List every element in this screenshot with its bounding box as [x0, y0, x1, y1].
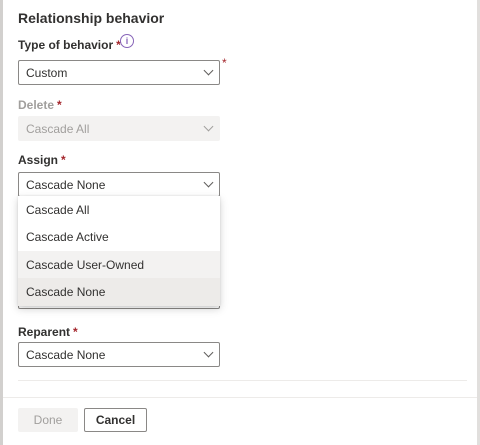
reparent-value: Cascade None: [26, 348, 106, 362]
assign-label-text: Assign: [18, 153, 59, 167]
assign-options-list: Cascade All Cascade Active Cascade User-…: [18, 196, 220, 306]
required-marker: *: [222, 56, 227, 70]
option-label: Cascade All: [26, 203, 90, 217]
required-marker: *: [57, 98, 62, 112]
chevron-down-icon: [203, 65, 214, 76]
divider: [18, 380, 467, 381]
option-cascade-user-owned[interactable]: Cascade User-Owned: [18, 251, 220, 278]
panel-title: Relationship behavior: [18, 10, 165, 26]
assign-dropdown[interactable]: Cascade None: [18, 172, 220, 197]
cancel-button[interactable]: Cancel: [84, 408, 147, 432]
relationship-behavior-panel: Relationship behavior Type of behavior * …: [0, 0, 480, 445]
obscured-dropdown-edge: [18, 306, 220, 309]
assign-value: Cascade None: [26, 178, 106, 192]
option-label: Cascade Active: [26, 230, 109, 244]
delete-dropdown: Cascade All: [18, 116, 220, 141]
done-button[interactable]: Done: [18, 408, 78, 432]
option-cascade-none[interactable]: Cascade None: [18, 278, 220, 306]
chevron-down-icon: [203, 121, 214, 132]
chevron-down-icon: [203, 177, 214, 188]
reparent-label: Reparent *: [18, 325, 78, 339]
reparent-dropdown[interactable]: Cascade None: [18, 342, 220, 367]
option-cascade-all[interactable]: Cascade All: [18, 196, 220, 223]
reparent-label-text: Reparent: [18, 325, 71, 339]
option-label: Cascade None: [26, 285, 106, 299]
required-marker: *: [61, 153, 66, 167]
option-cascade-active[interactable]: Cascade Active: [18, 223, 220, 250]
delete-label: Delete *: [18, 98, 62, 112]
type-of-behavior-dropdown[interactable]: Custom: [18, 60, 220, 85]
chevron-down-icon: [203, 347, 214, 358]
info-icon[interactable]: i: [120, 34, 134, 48]
assign-label: Assign *: [18, 153, 66, 167]
footer-divider: [3, 397, 480, 398]
delete-value: Cascade All: [26, 122, 90, 136]
required-marker: *: [73, 325, 78, 339]
type-of-behavior-label-text: Type of behavior: [18, 38, 114, 52]
option-label: Cascade User-Owned: [26, 258, 145, 272]
type-of-behavior-label: Type of behavior *: [18, 38, 121, 52]
type-of-behavior-value: Custom: [26, 66, 68, 80]
delete-label-text: Delete: [18, 98, 55, 112]
